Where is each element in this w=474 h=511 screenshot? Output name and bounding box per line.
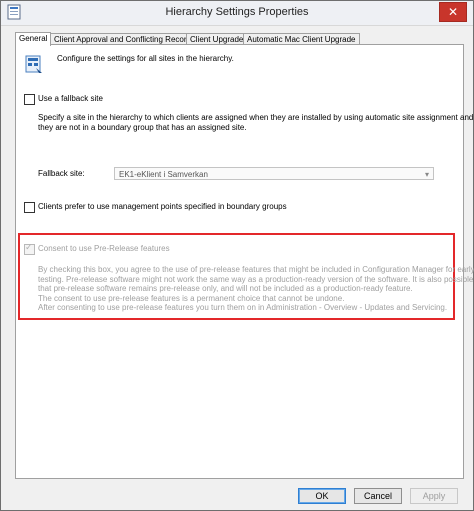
fallback-description-line1: Specify a site in the hierarchy to which…	[38, 113, 474, 122]
prefer-management-points-label: Clients prefer to use management points …	[38, 202, 287, 211]
prerelease-consent-checkbox[interactable]: ✓	[24, 243, 35, 255]
prerelease-line: testing. Pre-release software might not …	[38, 274, 474, 284]
prerelease-line: that pre-release software remains pre-re…	[38, 284, 413, 293]
prerelease-consent-label: Consent to use Pre-Release features	[38, 244, 170, 253]
fallback-site-select[interactable]: EK1-eKlient i Samverkan ▾	[114, 167, 434, 180]
window-title: Hierarchy Settings Properties	[165, 6, 309, 18]
tab-general[interactable]: General	[15, 32, 52, 46]
general-tab-panel: Configure the settings for all sites in …	[15, 44, 474, 479]
fallback-site-label: Use a fallback site	[38, 94, 103, 103]
chevron-down-icon: ▾	[424, 170, 429, 179]
fallback-description-line2: they are not in a boundary group that ha…	[38, 123, 247, 132]
fallback-site-value: EK1-eKlient i Samverkan	[119, 170, 208, 179]
intro-text: Configure the settings for all sites in …	[57, 54, 234, 63]
apply-button[interactable]: Apply	[410, 488, 458, 504]
title-bar: Hierarchy Settings Properties ✕	[1, 1, 473, 26]
prerelease-line: After consenting to use pre-release feat…	[38, 303, 448, 312]
fallback-site-field-label: Fallback site:	[38, 169, 85, 178]
close-button[interactable]: ✕	[439, 2, 467, 22]
hierarchy-settings-icon	[25, 55, 42, 73]
fallback-site-checkbox[interactable]	[24, 94, 35, 105]
prerelease-line: By checking this box, you agree to the u…	[38, 265, 474, 274]
checkmark-icon: ✓	[25, 243, 33, 253]
cancel-button[interactable]: Cancel	[354, 488, 402, 504]
properties-dialog: Hierarchy Settings Properties ✕ General …	[0, 0, 474, 511]
prefer-management-points-checkbox[interactable]	[24, 202, 35, 213]
ok-button[interactable]: OK	[298, 488, 346, 504]
prerelease-description: By checking this box, you agree to the u…	[38, 265, 474, 313]
prerelease-line: The consent to use pre-release features …	[38, 293, 345, 303]
